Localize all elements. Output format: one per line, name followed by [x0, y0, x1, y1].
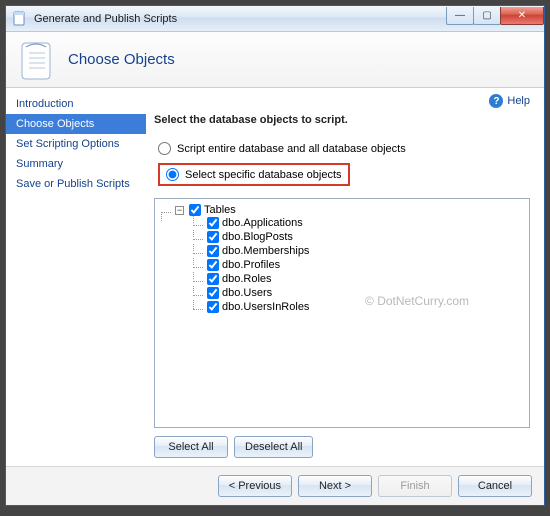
radio-specific-objects-label: Select specific database objects [185, 169, 342, 181]
tree-node[interactable]: dbo.Profiles [207, 259, 523, 271]
object-tree[interactable]: − Tables dbo.Applications dbo.BlogPosts db… [154, 198, 530, 428]
finish-button[interactable]: Finish [378, 475, 452, 497]
tree-node[interactable]: dbo.BlogPosts [207, 231, 523, 243]
script-icon [20, 39, 58, 81]
tree-node-tables[interactable]: − Tables [175, 204, 523, 216]
header: Choose Objects [6, 32, 544, 88]
tree-label-tables: Tables [204, 204, 236, 216]
tree-label: dbo.BlogPosts [222, 231, 293, 243]
tree-node[interactable]: dbo.Roles [207, 273, 523, 285]
window-buttons: — ▢ ✕ [447, 7, 544, 27]
sidebar-item-choose-objects[interactable]: Choose Objects [6, 114, 146, 134]
tree-node[interactable]: dbo.UsersInRoles [207, 301, 523, 313]
tree-label: dbo.UsersInRoles [222, 301, 309, 313]
radio-entire-db[interactable]: Script entire database and all database … [158, 142, 530, 155]
help-icon: ? [489, 94, 503, 108]
checkbox-item[interactable] [207, 217, 219, 229]
close-button[interactable]: ✕ [500, 7, 544, 25]
page-title: Choose Objects [68, 51, 175, 68]
checkbox-item[interactable] [207, 301, 219, 313]
instruction-text: Select the database objects to script. [154, 114, 530, 126]
tree-label: dbo.Profiles [222, 259, 280, 271]
checkbox-tables[interactable] [189, 204, 201, 216]
cancel-button[interactable]: Cancel [458, 475, 532, 497]
main-panel: ? Help Select the database objects to sc… [146, 88, 544, 466]
tree-label: dbo.Memberships [222, 245, 309, 257]
app-icon [12, 11, 28, 27]
checkbox-item[interactable] [207, 273, 219, 285]
body: Introduction Choose Objects Set Scriptin… [6, 88, 544, 466]
tree-label: dbo.Roles [222, 273, 272, 285]
radio-specific-objects[interactable]: Select specific database objects [158, 163, 350, 186]
tree-node[interactable]: dbo.Applications [207, 217, 523, 229]
tree-node[interactable]: dbo.Memberships [207, 245, 523, 257]
collapse-icon[interactable]: − [175, 206, 184, 215]
wizard-window: Generate and Publish Scripts — ▢ ✕ Choos… [5, 5, 545, 506]
maximize-button[interactable]: ▢ [473, 7, 501, 25]
help-link[interactable]: ? Help [489, 94, 530, 108]
tree-label: dbo.Applications [222, 217, 303, 229]
sidebar-item-save-publish[interactable]: Save or Publish Scripts [6, 174, 146, 194]
tree-label: dbo.Users [222, 287, 272, 299]
deselect-all-button[interactable]: Deselect All [234, 436, 313, 458]
radio-entire-db-input[interactable] [158, 142, 171, 155]
window-title: Generate and Publish Scripts [34, 13, 447, 25]
checkbox-item[interactable] [207, 287, 219, 299]
select-all-button[interactable]: Select All [154, 436, 228, 458]
help-label: Help [507, 95, 530, 107]
minimize-button[interactable]: — [446, 7, 474, 25]
sidebar-item-summary[interactable]: Summary [6, 154, 146, 174]
sidebar-item-scripting-options[interactable]: Set Scripting Options [6, 134, 146, 154]
checkbox-item[interactable] [207, 259, 219, 271]
previous-button[interactable]: < Previous [218, 475, 292, 497]
sidebar: Introduction Choose Objects Set Scriptin… [6, 88, 146, 466]
next-button[interactable]: Next > [298, 475, 372, 497]
tree-node[interactable]: dbo.Users [207, 287, 523, 299]
checkbox-item[interactable] [207, 231, 219, 243]
checkbox-item[interactable] [207, 245, 219, 257]
radio-entire-db-label: Script entire database and all database … [177, 143, 406, 155]
radio-specific-objects-input[interactable] [166, 168, 179, 181]
titlebar: Generate and Publish Scripts — ▢ ✕ [6, 6, 544, 32]
footer: < Previous Next > Finish Cancel [6, 466, 544, 505]
sidebar-item-introduction[interactable]: Introduction [6, 94, 146, 114]
